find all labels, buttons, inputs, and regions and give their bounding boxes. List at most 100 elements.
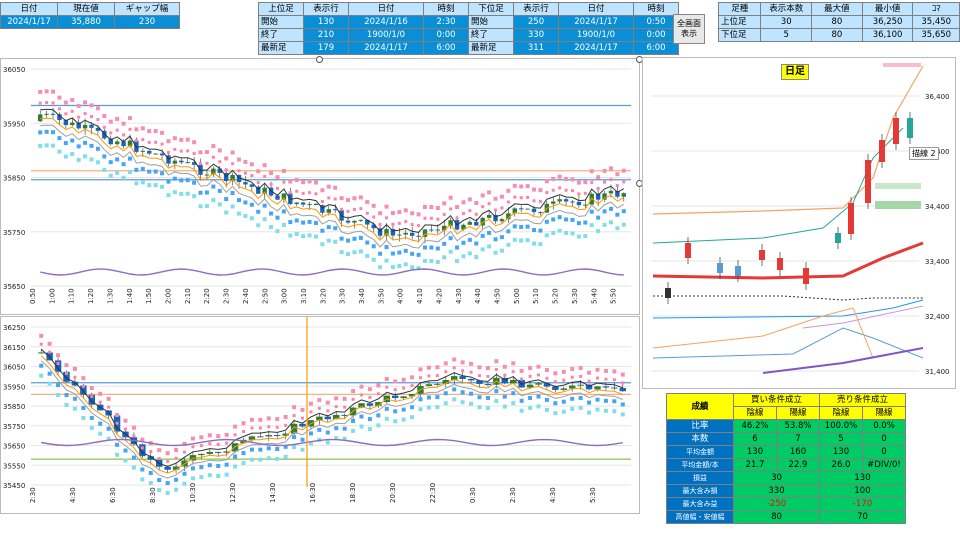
candle xyxy=(576,201,582,206)
band-dot xyxy=(237,169,241,173)
value-current-price[interactable]: 35,880 xyxy=(57,15,115,29)
header-current-price: 現在値 xyxy=(57,2,115,16)
band-dot xyxy=(154,140,158,144)
chart-canvas[interactable]: 36250 36150 36050 35950 35850 35750 35650 35550… xyxy=(1,317,639,513)
cell[interactable]: 80 xyxy=(811,15,863,29)
chart-canvas[interactable]: 36050 35950 35850 35750 35650 0:50 1:00 1:10 1:2… xyxy=(1,59,639,314)
band-dot xyxy=(211,198,216,203)
cell[interactable]: 5 xyxy=(760,28,813,42)
cell[interactable]: 2024/1/17 xyxy=(558,41,634,55)
x-tick-label: 2:20 xyxy=(203,288,211,304)
band-dot xyxy=(621,168,626,173)
resize-handle[interactable] xyxy=(316,56,323,63)
intraday-chart-5min[interactable]: 36050 35950 35850 35750 35650 0:50 1:00 1:10 1:2… xyxy=(0,58,640,315)
band-dot xyxy=(45,101,49,105)
value-date[interactable]: 2024/1/17 xyxy=(0,15,58,29)
cell[interactable]: 0:00 xyxy=(633,28,679,42)
candle xyxy=(717,263,723,273)
cell[interactable]: 330 xyxy=(513,28,559,42)
band-dot xyxy=(148,471,153,476)
candle xyxy=(300,202,306,205)
cell[interactable]: 250 xyxy=(513,15,559,29)
band-dot xyxy=(435,260,440,265)
band-dot xyxy=(224,432,229,437)
band-dot xyxy=(401,407,406,412)
cell[interactable]: 0:50 xyxy=(633,15,679,29)
band-dot xyxy=(182,471,187,476)
band-dot xyxy=(603,408,608,413)
band-dot xyxy=(192,194,197,199)
band-dot xyxy=(89,103,94,108)
cell[interactable]: 80 xyxy=(811,28,863,42)
daily-chart[interactable]: 36,40035,40034,40033,40032,40031,400 日足 … xyxy=(642,57,956,389)
candle xyxy=(499,219,505,222)
band-dot xyxy=(372,215,376,219)
cell[interactable]: 0:00 xyxy=(423,28,469,42)
cell[interactable]: 36,100 xyxy=(861,28,914,42)
band-dot xyxy=(127,170,132,175)
band-dot xyxy=(249,202,254,207)
cell[interactable]: 210 xyxy=(303,28,349,42)
band-dot xyxy=(621,209,626,214)
band-dot xyxy=(511,391,516,396)
band-dot xyxy=(620,402,625,407)
band-dot xyxy=(340,207,344,211)
band-dot xyxy=(57,107,61,111)
cell[interactable]: 2024/1/17 xyxy=(348,41,424,55)
candle xyxy=(299,423,306,427)
fullscreen-button[interactable]: 全画面表示 xyxy=(673,14,705,44)
cell[interactable]: 1900/1/0 xyxy=(558,28,634,42)
band-dot xyxy=(385,216,389,220)
band-dot xyxy=(570,366,575,371)
band-dot xyxy=(224,472,229,477)
cell[interactable]: 30 xyxy=(760,15,813,29)
oscillator-line xyxy=(40,268,624,276)
cell[interactable]: 35,650 xyxy=(912,28,960,42)
band-dot xyxy=(557,228,562,233)
band-dot xyxy=(587,410,592,415)
band-dot xyxy=(532,187,537,192)
cell[interactable]: 6:00 xyxy=(423,41,469,55)
chart-canvas[interactable]: 36,40035,40034,40033,40032,40031,400 xyxy=(643,58,955,388)
cell[interactable]: 6:00 xyxy=(633,41,679,55)
band-dot xyxy=(511,361,516,366)
band-dot xyxy=(307,179,312,184)
cell[interactable]: 1900/1/0 xyxy=(348,28,424,42)
cell: 130 xyxy=(819,445,863,459)
value-gap-width[interactable]: 230 xyxy=(114,15,180,29)
cell[interactable]: 36,250 xyxy=(861,15,914,29)
band-dot xyxy=(115,442,120,447)
intraday-chart-30min[interactable]: 36250 36150 36050 35950 35850 35750 35650 35550… xyxy=(0,316,640,514)
band-dot xyxy=(317,406,321,410)
band-dot xyxy=(157,448,162,453)
row-label: 終了 xyxy=(258,28,304,42)
candle xyxy=(257,436,264,438)
cell[interactable]: 311 xyxy=(513,41,559,55)
band-dot xyxy=(307,219,312,224)
cell[interactable]: 2024/1/17 xyxy=(558,15,634,29)
band-dot xyxy=(494,208,498,212)
x-tick-label: 5:30 xyxy=(571,288,579,304)
candle xyxy=(198,453,205,456)
cell[interactable]: 2:30 xyxy=(423,15,469,29)
y-tick-label: 35550 xyxy=(3,462,25,470)
candle xyxy=(425,384,433,386)
cell[interactable]: 35,450 xyxy=(912,15,960,29)
band-dot xyxy=(38,101,42,105)
band-dot xyxy=(376,423,381,428)
header-max: 最大値 xyxy=(811,2,863,16)
cell[interactable]: 2024/1/16 xyxy=(348,15,424,29)
band-dot xyxy=(460,390,465,395)
band-dot xyxy=(391,222,395,226)
band-dot xyxy=(378,211,383,216)
band-dot xyxy=(500,206,504,210)
sub-header: 陰線 xyxy=(819,406,863,420)
band-dot xyxy=(275,229,280,234)
cell[interactable]: 179 xyxy=(303,41,349,55)
cell[interactable]: 130 xyxy=(303,15,349,29)
band-dot xyxy=(493,250,498,255)
band-dot xyxy=(461,369,465,373)
band-dot xyxy=(64,393,69,398)
band-dot xyxy=(160,130,165,135)
band-dot xyxy=(309,410,313,414)
